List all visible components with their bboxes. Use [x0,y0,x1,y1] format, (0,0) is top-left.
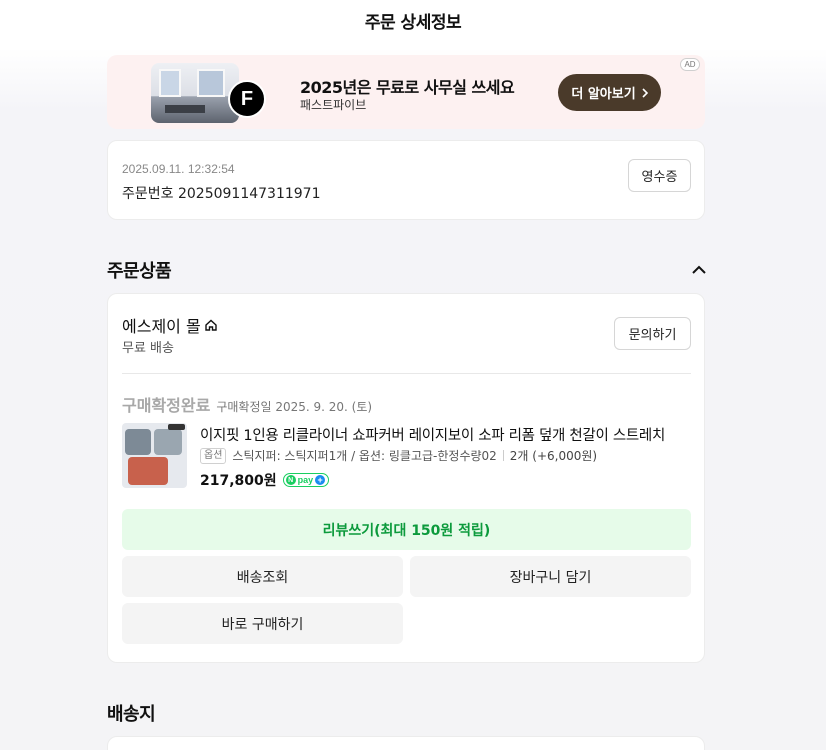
price-row: 217,800원 N pay + [200,470,330,490]
option-separator [502,450,504,461]
ordered-products-title: 주문상품 [107,261,172,282]
order-info-card: 2025.09.11. 12:32:54 주문번호 20250911473119… [107,140,705,220]
write-review-button[interactable]: 리뷰쓰기(최대 150원 적립) [122,509,691,550]
purchase-status-row: 구매확정완료 구매확정일 2025. 9. 20. (토) [122,392,372,416]
quantity-text: 2개 (+6,000원) [509,449,598,463]
option-badge: 옵션 [200,447,227,464]
shipping-address-card [107,736,705,750]
buy-now-button[interactable]: 바로 구매하기 [122,603,403,644]
divider [122,373,691,374]
ad-image [151,63,239,123]
product-price: 217,800원 [200,473,277,489]
naver-n-icon: N [285,475,296,485]
npay-label: pay [297,475,314,485]
home-icon [204,319,217,331]
inquiry-button[interactable]: 문의하기 [614,317,691,350]
ad-learn-more-button[interactable]: 더 알아보기 [558,74,661,111]
advertiser-logo: F [228,80,266,118]
shipping-address-title: 배송지 [107,704,156,725]
product-card: 에스제이 몰 무료 배송 문의하기 구매확정완료 구매확정일 2025. 9. … [107,293,705,663]
purchase-confirm-date: 구매확정일 2025. 9. 20. (토) [216,400,373,414]
product-option: 옵션 스틱지퍼: 스틱지퍼1개 / 옵션: 링클고급-한정수량02 2개 (+6… [200,447,597,464]
product-thumbnail[interactable] [122,423,187,488]
order-number: 주문번호 2025091147311971 [122,186,321,202]
npay-badge: N pay + [282,473,330,487]
ad-banner[interactable]: F 2025년은 무료로 사무실 쓰세요 패스트파이브 더 알아보기 AD [107,55,705,129]
plus-icon: + [315,475,326,485]
track-delivery-button[interactable]: 배송조회 [122,556,403,597]
ad-advertiser-name: 패스트파이브 [300,98,367,112]
add-to-cart-button[interactable]: 장바구니 담기 [410,556,691,597]
page-title: 주문 상세정보 [364,13,462,33]
order-datetime: 2025.09.11. 12:32:54 [122,162,235,176]
option-text: 스틱지퍼: 스틱지퍼1개 / 옵션: 링클고급-한정수량02 [232,449,497,463]
chevron-right-icon [642,87,648,98]
chevron-up-icon[interactable] [690,262,708,276]
ad-badge: AD [680,58,700,71]
ad-cta-label: 더 알아보기 [571,87,636,102]
receipt-button[interactable]: 영수증 [628,159,691,192]
store-name-link[interactable]: 에스제이 몰 [122,313,218,337]
shipping-fee: 무료 배송 [122,341,174,356]
ad-headline: 2025년은 무료로 사무실 쓰세요 [300,78,515,97]
product-name[interactable]: 이지핏 1인용 리클라이너 쇼파커버 레이지보이 소파 리폼 덮개 천갈이 스트… [200,424,690,445]
purchase-status: 구매확정완료 [122,396,211,415]
store-name: 에스제이 몰 [122,317,201,336]
